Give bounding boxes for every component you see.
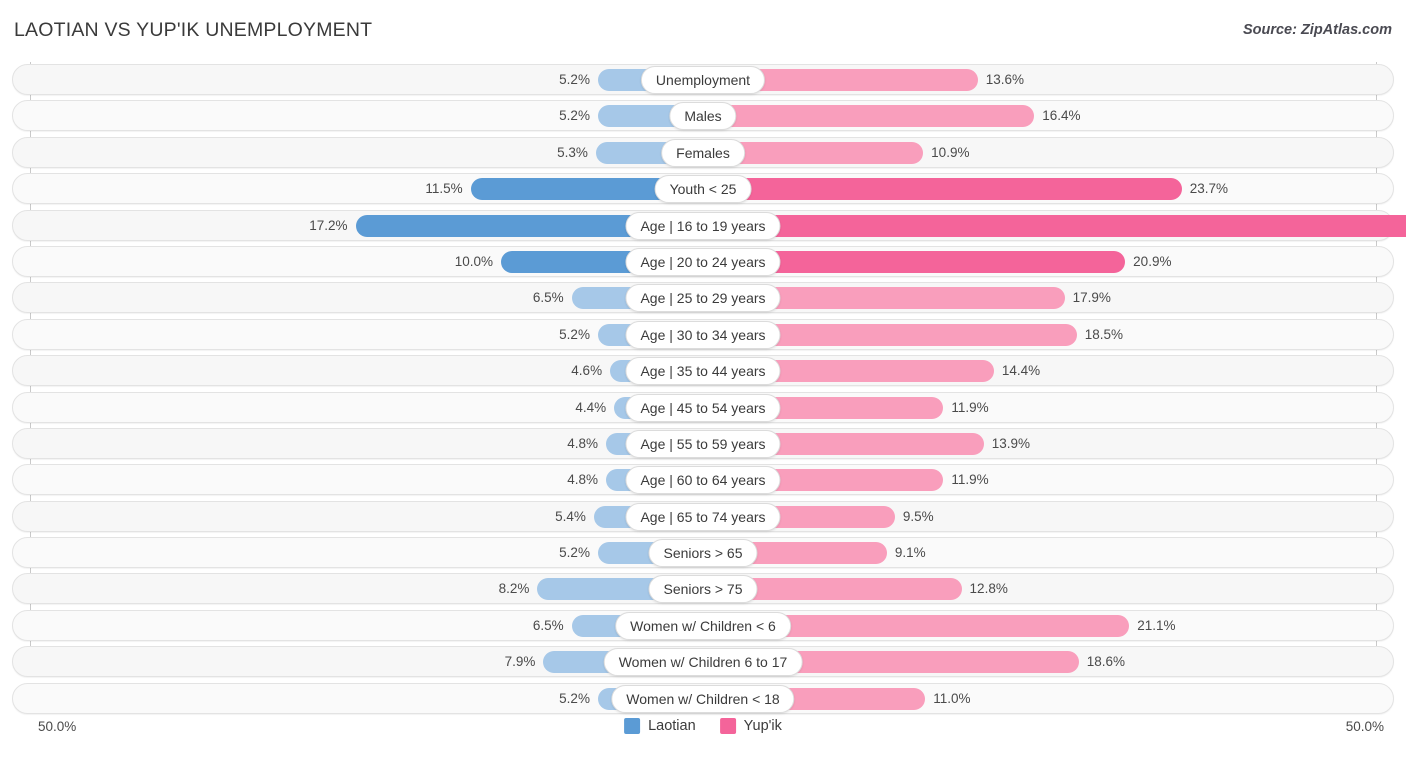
axis-label-right: 50.0%: [1345, 719, 1384, 734]
value-label-yupik: 20.9%: [1133, 253, 1172, 269]
axis-label-left: 50.0%: [38, 719, 77, 734]
value-label-yupik: 11.9%: [951, 472, 989, 488]
row-label-pill: Age | 45 to 54 years: [625, 393, 781, 422]
value-label-yupik: 16.4%: [1042, 108, 1081, 124]
chart-row: 5.3% 10.9% Females: [0, 135, 1406, 171]
value-label-laotian: 5.4%: [555, 508, 586, 524]
value-label-laotian: 10.0%: [454, 253, 493, 269]
value-label-yupik: 9.5%: [902, 508, 934, 524]
source-attribution: Source: ZipAtlas.com: [1242, 22, 1392, 38]
chart-row: 17.2%41.0%Age | 16 to 19 years: [0, 208, 1406, 244]
value-label-laotian: 5.2%: [559, 545, 590, 561]
diverging-bar-chart: 5.2% 13.6% Unemployment 5.2% 16.4% Males 5.3% 1…: [0, 62, 1406, 717]
legend-label: Yup'ik: [743, 718, 782, 734]
value-label-yupik: 18.6%: [1086, 654, 1125, 670]
value-label-laotian: 4.8%: [567, 435, 599, 451]
value-label-yupik: 9.1%: [894, 545, 926, 561]
chart-legend: Laotian Yup'ik: [624, 718, 782, 734]
value-label-yupik: 18.5%: [1084, 326, 1123, 342]
row-label-pill: Youth < 25: [654, 175, 752, 204]
row-label-pill: Age | 20 to 24 years: [625, 247, 781, 276]
value-label-yupik: 17.9%: [1072, 290, 1111, 306]
value-label-yupik: 14.4%: [1001, 363, 1041, 379]
chart-row: 4.4% 11.9% Age | 45 to 54 years: [0, 390, 1406, 426]
row-label-pill: Seniors > 75: [648, 575, 758, 604]
chart-row: 4.6% 14.4% Age | 35 to 44 years: [0, 353, 1406, 389]
row-label-pill: Age | 30 to 34 years: [625, 320, 781, 349]
row-label-pill: Age | 16 to 19 years: [625, 211, 781, 240]
value-label-laotian: 5.2%: [559, 72, 590, 87]
chart-row: 5.2% 18.5% Age | 30 to 34 years: [0, 317, 1406, 353]
chart-page: LAOTIAN VS YUP'IK UNEMPLOYMENT Source: Z…: [0, 0, 1406, 757]
legend-item[interactable]: Laotian: [624, 718, 696, 734]
legend-label: Laotian: [648, 718, 696, 734]
value-label-yupik: 13.6%: [985, 72, 1024, 87]
value-label-yupik: 11.0%: [933, 690, 971, 706]
value-label-yupik: 11.9%: [951, 399, 989, 415]
row-label-pill: Males: [669, 102, 737, 131]
chart-row: 10.0% 20.9% Age | 20 to 24 years: [0, 244, 1406, 280]
value-label-laotian: 5.2%: [559, 108, 590, 124]
value-label-laotian: 5.2%: [559, 690, 590, 706]
legend-item[interactable]: Yup'ik: [719, 718, 782, 734]
value-label-laotian: 17.2%: [309, 217, 348, 233]
value-label-laotian: 6.5%: [532, 617, 564, 633]
chart-row: 5.4% 9.5% Age | 65 to 74 years: [0, 499, 1406, 535]
bar-yupik: [703, 178, 1182, 201]
value-label-yupik: 12.8%: [969, 581, 1008, 597]
value-label-laotian: 5.3%: [557, 144, 588, 160]
value-label-laotian: 7.9%: [504, 654, 536, 670]
chart-row: 4.8% 13.9% Age | 55 to 59 years: [0, 426, 1406, 462]
chart-footer: 50.0% 50.0% Laotian Yup'ik: [0, 713, 1406, 757]
row-label-pill: Age | 35 to 44 years: [625, 357, 781, 386]
row-label-pill: Females: [661, 138, 745, 167]
value-label-laotian: 5.2%: [559, 326, 590, 342]
row-label-pill: Women w/ Children < 6: [615, 611, 791, 640]
row-label-pill: Women w/ Children < 18: [611, 684, 795, 713]
value-label-laotian: 4.4%: [575, 399, 607, 415]
value-label-yupik: 13.9%: [991, 435, 1031, 451]
row-label-pill: Women w/ Children 6 to 17: [603, 648, 803, 677]
chart-row: 7.9% 18.6% Women w/ Children 6 to 17: [0, 644, 1406, 680]
chart-row: 5.2% 16.4% Males: [0, 98, 1406, 134]
bar-yupik: [703, 214, 1406, 237]
value-label-yupik: 21.1%: [1137, 617, 1176, 633]
value-label-laotian: 8.2%: [498, 581, 530, 597]
row-label-pill: Age | 65 to 74 years: [625, 502, 781, 531]
value-label-yupik: 23.7%: [1189, 181, 1229, 197]
chart-row: 5.2% 11.0% Women w/ Children < 18: [0, 681, 1406, 717]
value-label-laotian: 6.5%: [532, 290, 564, 306]
value-label-laotian: 11.5%: [425, 181, 463, 197]
row-label-pill: Age | 60 to 64 years: [625, 466, 781, 495]
chart-row: 6.5% 21.1% Women w/ Children < 6: [0, 608, 1406, 644]
chart-rows: 5.2% 13.6% Unemployment 5.2% 16.4% Males 5.3% 1…: [0, 62, 1406, 717]
legend-swatch-icon: [624, 718, 641, 734]
chart-row: 5.2% 9.1% Seniors > 65: [0, 535, 1406, 571]
bar-yupik: [703, 105, 1035, 128]
chart-row: 8.2% 12.8% Seniors > 75: [0, 571, 1406, 607]
chart-row: 5.2% 13.6% Unemployment: [0, 62, 1406, 98]
row-label-pill: Age | 55 to 59 years: [625, 429, 781, 458]
row-label-pill: Seniors > 65: [648, 539, 758, 568]
value-label-yupik: 10.9%: [931, 144, 970, 160]
chart-row: 4.8% 11.9% Age | 60 to 64 years: [0, 462, 1406, 498]
page-title: LAOTIAN VS YUP'IK UNEMPLOYMENT: [14, 19, 373, 41]
row-label-pill: Age | 25 to 29 years: [625, 284, 781, 313]
value-label-laotian: 4.8%: [567, 472, 599, 488]
chart-row: 11.5% 23.7% Youth < 25: [0, 171, 1406, 207]
chart-row: 6.5% 17.9% Age | 25 to 29 years: [0, 280, 1406, 316]
row-label-pill: Unemployment: [640, 66, 766, 94]
legend-swatch-icon: [719, 718, 736, 734]
value-label-laotian: 4.6%: [571, 363, 603, 379]
